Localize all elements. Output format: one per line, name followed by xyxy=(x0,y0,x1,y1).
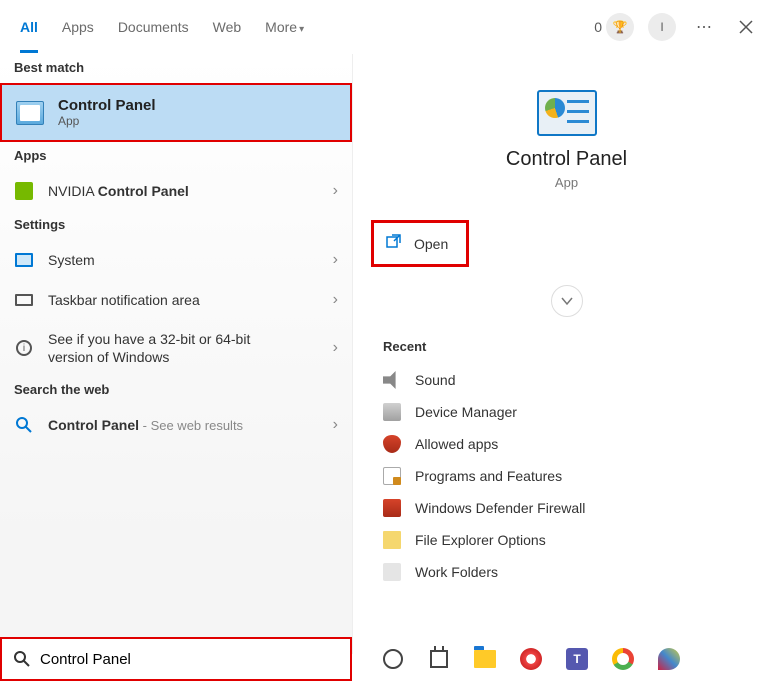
search-web-header: Search the web xyxy=(0,376,352,405)
recent-file-explorer-options[interactable]: File Explorer Options xyxy=(353,524,780,556)
recent-programs-features[interactable]: Programs and Features xyxy=(353,460,780,492)
open-label: Open xyxy=(414,236,448,252)
header-bar: All Apps Documents Web More▾ 0 🏆 I ⋯ xyxy=(0,0,780,54)
best-match-result[interactable]: Control Panel App xyxy=(0,83,352,142)
chevron-right-icon: › xyxy=(333,291,338,309)
recent-header: Recent xyxy=(353,335,780,364)
tab-web[interactable]: Web xyxy=(213,9,242,45)
best-match-title: Control Panel xyxy=(58,97,156,114)
bit-label: See if you have a 32-bit or 64-bit versi… xyxy=(48,330,298,366)
preview-header: Control Panel App xyxy=(353,90,780,190)
expand-button[interactable] xyxy=(551,285,583,317)
taskbar-taskview[interactable] xyxy=(426,646,452,672)
folder-options-icon xyxy=(383,531,401,549)
taskbar-teams[interactable] xyxy=(564,646,590,672)
control-panel-icon xyxy=(16,101,44,125)
preview-title: Control Panel xyxy=(353,148,780,171)
nvidia-label: NVIDIA Control Panel xyxy=(48,183,189,199)
taskbar-explorer[interactable] xyxy=(472,646,498,672)
cortana-icon xyxy=(383,649,403,669)
rewards-badge[interactable]: 0 🏆 xyxy=(594,13,634,41)
taskbar-icon xyxy=(15,294,33,306)
taskbar-cortana[interactable] xyxy=(380,646,406,672)
recent-label-text: Programs and Features xyxy=(415,468,562,484)
recent-label-text: Windows Defender Firewall xyxy=(415,500,585,516)
taskbar-opera[interactable] xyxy=(518,646,544,672)
tab-more-label: More xyxy=(265,19,297,35)
result-nvidia-control-panel[interactable]: NVIDIA Control Panel › xyxy=(0,171,352,211)
recent-label-text: Allowed apps xyxy=(415,436,498,452)
more-options-button[interactable]: ⋯ xyxy=(690,13,718,41)
folder-icon xyxy=(474,650,496,668)
teams-icon xyxy=(566,648,588,670)
chrome-icon xyxy=(612,648,634,670)
result-taskbar-notification[interactable]: Taskbar notification area › xyxy=(0,280,352,320)
preview-panel: Control Panel App Open Recent Sound Devi… xyxy=(352,54,780,654)
recent-allowed-apps[interactable]: Allowed apps xyxy=(353,428,780,460)
taskbar-paint3d[interactable] xyxy=(656,646,682,672)
search-input[interactable] xyxy=(40,651,338,668)
filter-tabs: All Apps Documents Web More▾ xyxy=(20,9,594,45)
trophy-icon: 🏆 xyxy=(606,13,634,41)
taskbar xyxy=(360,637,780,681)
header-right: 0 🏆 I ⋯ xyxy=(594,13,760,41)
best-match-header: Best match xyxy=(0,54,352,83)
main-content: Best match Control Panel App Apps NVIDIA… xyxy=(0,54,780,654)
taskview-icon xyxy=(430,650,448,668)
programs-icon xyxy=(383,467,401,485)
search-icon xyxy=(14,651,30,667)
open-icon xyxy=(386,233,402,254)
chevron-down-icon: ▾ xyxy=(299,24,304,35)
results-panel: Best match Control Panel App Apps NVIDIA… xyxy=(0,54,352,654)
result-system[interactable]: System › xyxy=(0,240,352,280)
recent-label-text: Work Folders xyxy=(415,564,498,580)
monitor-icon xyxy=(15,253,33,267)
system-label: System xyxy=(48,252,95,268)
speaker-icon xyxy=(383,371,401,389)
avatar[interactable]: I xyxy=(648,13,676,41)
best-match-text: Control Panel App xyxy=(58,97,156,128)
chevron-down-icon xyxy=(561,295,573,307)
recent-label-text: File Explorer Options xyxy=(415,532,546,548)
chevron-right-icon: › xyxy=(333,416,338,434)
tab-more[interactable]: More▾ xyxy=(265,9,304,45)
nvidia-icon xyxy=(15,182,33,200)
search-box[interactable] xyxy=(0,637,352,681)
device-icon xyxy=(383,403,401,421)
opera-icon xyxy=(520,648,542,670)
shield-icon xyxy=(383,435,401,453)
result-32-64-bit[interactable]: i See if you have a 32-bit or 64-bit ver… xyxy=(0,320,352,376)
web-label: Control Panel - See web results xyxy=(48,417,243,433)
paint-icon xyxy=(658,648,680,670)
recent-label-text: Sound xyxy=(415,372,455,388)
chevron-right-icon: › xyxy=(333,251,338,269)
preview-subtitle: App xyxy=(353,175,780,190)
tab-documents[interactable]: Documents xyxy=(118,9,189,45)
recent-sound[interactable]: Sound xyxy=(353,364,780,396)
recent-label-text: Device Manager xyxy=(415,404,517,420)
info-icon: i xyxy=(16,340,32,356)
recent-work-folders[interactable]: Work Folders xyxy=(353,556,780,588)
recent-device-manager[interactable]: Device Manager xyxy=(353,396,780,428)
tab-apps[interactable]: Apps xyxy=(62,9,94,45)
recent-defender-firewall[interactable]: Windows Defender Firewall xyxy=(353,492,780,524)
settings-section-header: Settings xyxy=(0,211,352,240)
open-highlight-box: Open xyxy=(371,220,469,267)
firewall-icon xyxy=(383,499,401,517)
rewards-points: 0 xyxy=(594,19,602,35)
tab-all[interactable]: All xyxy=(20,9,38,45)
open-action[interactable]: Open xyxy=(374,223,466,264)
control-panel-large-icon xyxy=(537,90,597,136)
chevron-right-icon: › xyxy=(333,182,338,200)
work-folders-icon xyxy=(383,563,401,581)
taskbar-label: Taskbar notification area xyxy=(48,292,200,308)
search-icon xyxy=(16,417,32,433)
close-button[interactable] xyxy=(732,13,760,41)
chevron-right-icon: › xyxy=(333,339,338,357)
result-web-search[interactable]: Control Panel - See web results › xyxy=(0,405,352,445)
best-match-subtitle: App xyxy=(58,114,156,128)
apps-section-header: Apps xyxy=(0,142,352,171)
taskbar-chrome[interactable] xyxy=(610,646,636,672)
close-icon xyxy=(739,20,753,34)
